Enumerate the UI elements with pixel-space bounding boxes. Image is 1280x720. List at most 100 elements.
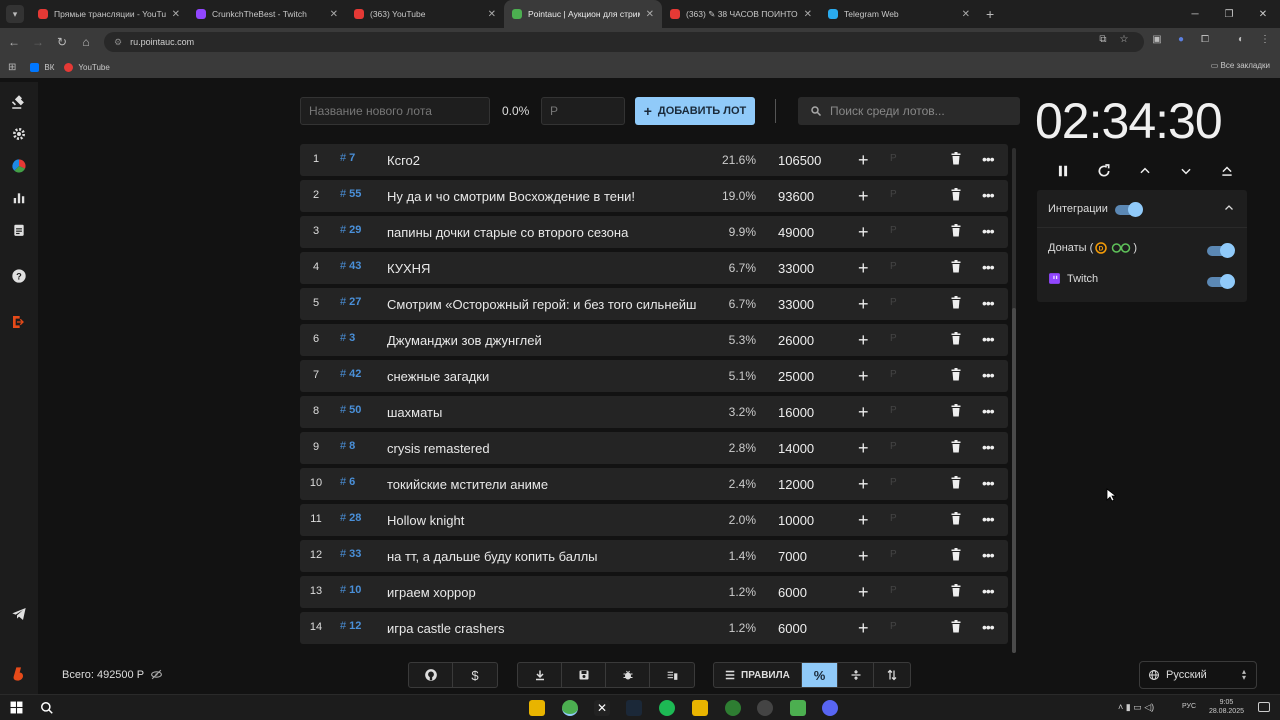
- trash-icon[interactable]: [950, 512, 962, 525]
- lot-id[interactable]: #27: [340, 296, 361, 308]
- language-select[interactable]: Русский ▴ ▾: [1139, 661, 1257, 689]
- file-explorer-icon[interactable]: [529, 700, 545, 716]
- more-icon[interactable]: •••: [982, 367, 995, 383]
- add-amount-icon[interactable]: +: [858, 258, 869, 279]
- bug-button[interactable]: [606, 663, 650, 687]
- more-icon[interactable]: •••: [982, 583, 995, 599]
- add-amount-icon[interactable]: +: [858, 582, 869, 603]
- telegram-icon[interactable]: [9, 604, 29, 624]
- percent-toggle[interactable]: %: [802, 663, 838, 687]
- tab-close-icon[interactable]: ✕: [172, 9, 180, 20]
- lot-add-input[interactable]: Р: [890, 333, 897, 344]
- add-amount-icon[interactable]: +: [858, 330, 869, 351]
- tab-search-button[interactable]: ▾: [6, 5, 24, 23]
- tab-close-icon[interactable]: ✕: [488, 9, 496, 20]
- lot-id[interactable]: #50: [340, 404, 361, 416]
- lot-amount[interactable]: 93600: [778, 189, 814, 204]
- lot-amount[interactable]: 49000: [778, 225, 814, 240]
- stats-icon[interactable]: [9, 188, 29, 208]
- close-window-icon[interactable]: ✕: [1246, 9, 1280, 20]
- lot-add-input[interactable]: Р: [890, 477, 897, 488]
- gavel-icon[interactable]: [9, 92, 29, 112]
- lot-add-input[interactable]: Р: [890, 585, 897, 596]
- browser-tab[interactable]: Pointauc | Аукцион для стрима ✕: [504, 0, 662, 28]
- lot-amount[interactable]: 7000: [778, 549, 807, 564]
- save-button[interactable]: [562, 663, 606, 687]
- lot-amount[interactable]: 14000: [778, 441, 814, 456]
- trash-icon[interactable]: [950, 224, 962, 237]
- more-icon[interactable]: •••: [982, 151, 995, 167]
- gear-icon[interactable]: [9, 124, 29, 144]
- add-amount-icon[interactable]: +: [858, 294, 869, 315]
- input-language[interactable]: РУС: [1182, 703, 1196, 710]
- bookmark-youtube[interactable]: YouTube: [64, 62, 110, 72]
- new-lot-cost-input[interactable]: Р: [541, 97, 625, 125]
- app-icon-1[interactable]: [692, 700, 708, 716]
- url-bar[interactable]: ⚙ ru.pointauc.com: [104, 32, 1144, 52]
- donate-button[interactable]: $: [453, 663, 497, 687]
- compact-toggle[interactable]: [838, 663, 874, 687]
- lot-add-input[interactable]: Р: [890, 225, 897, 236]
- lot-name[interactable]: Ну да и чо смотрим Восхождение в тени!: [387, 189, 712, 204]
- add-amount-icon[interactable]: +: [858, 438, 869, 459]
- lot-name[interactable]: Ксго2: [387, 153, 712, 168]
- lot-add-input[interactable]: Р: [890, 441, 897, 452]
- tab-close-icon[interactable]: ✕: [330, 9, 338, 20]
- lot-amount[interactable]: 16000: [778, 405, 814, 420]
- browser-tab[interactable]: Telegram Web ✕: [820, 0, 978, 28]
- browser-tab[interactable]: (363) ✎ 38 ЧАСОВ ПОИНТОВ ✕: [662, 0, 820, 28]
- more-icon[interactable]: •••: [982, 511, 995, 527]
- pause-icon[interactable]: [1045, 160, 1081, 182]
- lot-id[interactable]: #43: [340, 260, 361, 272]
- lot-id[interactable]: #7: [340, 152, 355, 164]
- integrations-master-switch[interactable]: [1115, 202, 1143, 217]
- trash-icon[interactable]: [950, 296, 962, 309]
- trash-icon[interactable]: [950, 332, 962, 345]
- minimize-icon[interactable]: ─: [1178, 9, 1212, 20]
- lot-name[interactable]: шахматы: [387, 405, 712, 420]
- clear-list-button[interactable]: [650, 663, 694, 687]
- add-lot-button[interactable]: + ДОБАВИТЬ ЛОТ: [635, 97, 755, 125]
- site-info-icon[interactable]: ⚙: [114, 37, 122, 48]
- x-app-icon[interactable]: ✕: [594, 700, 610, 716]
- more-icon[interactable]: •••: [982, 403, 995, 419]
- lot-amount[interactable]: 33000: [778, 261, 814, 276]
- lot-id[interactable]: #29: [340, 224, 361, 236]
- clipboard-icon[interactable]: [9, 220, 29, 240]
- lots-scrollbar[interactable]: [1012, 148, 1016, 653]
- app-icon-3[interactable]: [790, 700, 806, 716]
- tab-close-icon[interactable]: ✕: [962, 9, 970, 20]
- lot-add-input[interactable]: Р: [890, 549, 897, 560]
- lot-id[interactable]: #3: [340, 332, 355, 344]
- steam-icon[interactable]: [626, 700, 642, 716]
- more-icon[interactable]: •••: [982, 547, 995, 563]
- trash-icon[interactable]: [950, 368, 962, 381]
- tab-close-icon[interactable]: ✕: [646, 9, 654, 20]
- system-clock[interactable]: 9:05 28.08.2025: [1209, 698, 1244, 716]
- obs-icon[interactable]: [757, 700, 773, 716]
- chevron-up-icon[interactable]: [1223, 202, 1235, 214]
- translate-icon[interactable]: ⧉: [1096, 34, 1110, 48]
- lot-name[interactable]: играем хоррор: [387, 585, 712, 600]
- lot-amount[interactable]: 33000: [778, 297, 814, 312]
- lot-name[interactable]: Джуманджи зов джунглей: [387, 333, 712, 348]
- reload-icon[interactable]: ↻: [50, 35, 74, 49]
- add-amount-icon[interactable]: +: [858, 186, 869, 207]
- chevron-up-icon[interactable]: [1127, 160, 1163, 182]
- add-amount-icon[interactable]: +: [858, 150, 869, 171]
- lot-id[interactable]: #12: [340, 620, 361, 632]
- add-amount-icon[interactable]: +: [858, 366, 869, 387]
- windows-start-icon[interactable]: [10, 701, 23, 714]
- more-icon[interactable]: •••: [982, 187, 995, 203]
- chevron-down-icon[interactable]: [1168, 160, 1204, 182]
- lot-id[interactable]: #8: [340, 440, 355, 452]
- trash-icon[interactable]: [950, 476, 962, 489]
- lot-id[interactable]: #55: [340, 188, 361, 200]
- restore-icon[interactable]: ❐: [1212, 9, 1246, 20]
- lot-name[interactable]: игра castle crashers: [387, 621, 712, 636]
- lot-add-input[interactable]: Р: [890, 261, 897, 272]
- browser-tab[interactable]: CrunkchTheBest - Twitch ✕: [188, 0, 346, 28]
- twitch-switch[interactable]: [1207, 274, 1235, 289]
- lot-name[interactable]: на тт, а дальше буду копить баллы: [387, 549, 712, 564]
- more-icon[interactable]: •••: [982, 223, 995, 239]
